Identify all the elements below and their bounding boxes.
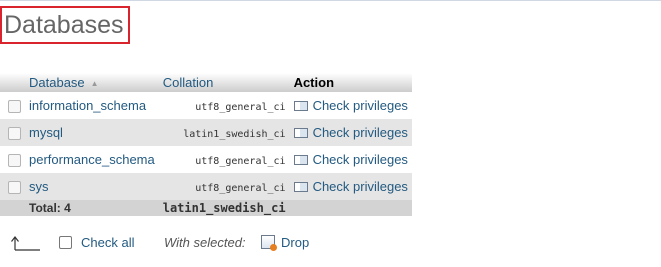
header-collation-label[interactable]: Collation bbox=[163, 75, 214, 90]
privileges-icon bbox=[293, 128, 308, 139]
arrow-to-selection-icon bbox=[11, 236, 40, 251]
header-collation[interactable]: Collation bbox=[158, 73, 290, 92]
privileges-icon bbox=[293, 101, 308, 112]
row-checkbox[interactable] bbox=[8, 99, 21, 113]
top-border bbox=[0, 0, 661, 1]
check-privileges-label[interactable]: Check privileges bbox=[313, 152, 408, 167]
collation-value: utf8_general_ci bbox=[195, 101, 286, 113]
page-title-text: Databases bbox=[4, 11, 124, 39]
check-privileges-link[interactable]: Check privileges bbox=[293, 152, 408, 167]
database-link[interactable]: performance_schema bbox=[29, 152, 155, 167]
check-privileges-label[interactable]: Check privileges bbox=[313, 179, 408, 194]
check-privileges-link[interactable]: Check privileges bbox=[293, 179, 408, 194]
total-label: Total: 4 bbox=[29, 201, 71, 215]
database-link[interactable]: mysql bbox=[29, 125, 63, 140]
sort-ascending-icon[interactable]: ▲ bbox=[91, 79, 99, 88]
total-collation: latin1_swedish_ci bbox=[162, 201, 286, 215]
page-title: Databases bbox=[0, 6, 130, 44]
drop-icon[interactable] bbox=[261, 235, 277, 251]
total-row: Total: 4 latin1_swedish_ci bbox=[0, 200, 412, 216]
drop-button[interactable]: Drop bbox=[281, 235, 309, 250]
check-all-label[interactable]: Check all bbox=[81, 235, 134, 250]
table-row: performance_schema utf8_general_ci Check… bbox=[0, 146, 412, 173]
collation-value: utf8_general_ci bbox=[195, 182, 286, 194]
databases-table: Database ▲ Collation Action information_s… bbox=[0, 73, 412, 216]
header-action: Action bbox=[289, 73, 412, 92]
check-privileges-link[interactable]: Check privileges bbox=[293, 98, 408, 113]
table-row: sys utf8_general_ci Check privileges bbox=[0, 173, 412, 200]
database-link[interactable]: sys bbox=[29, 179, 49, 194]
table-row: mysql latin1_swedish_ci Check privileges bbox=[0, 119, 412, 146]
header-database[interactable]: Database ▲ bbox=[25, 73, 159, 92]
collation-value: utf8_general_ci bbox=[195, 155, 286, 167]
header-action-label: Action bbox=[293, 75, 335, 90]
header-check-cell bbox=[0, 73, 25, 92]
check-privileges-link[interactable]: Check privileges bbox=[293, 125, 408, 140]
collation-value: latin1_swedish_ci bbox=[183, 128, 286, 140]
check-all-checkbox[interactable] bbox=[59, 236, 72, 249]
table-header-row: Database ▲ Collation Action bbox=[0, 73, 412, 92]
privileges-icon bbox=[293, 155, 308, 166]
row-checkbox[interactable] bbox=[8, 153, 21, 167]
bulk-actions-bar: Check all With selected: Drop bbox=[0, 232, 661, 254]
check-privileges-label[interactable]: Check privileges bbox=[313, 98, 408, 113]
row-checkbox[interactable] bbox=[8, 180, 21, 194]
row-checkbox[interactable] bbox=[8, 126, 21, 140]
table-row: information_schema utf8_general_ci Check… bbox=[0, 92, 412, 119]
with-selected-label: With selected: bbox=[164, 235, 246, 250]
database-link[interactable]: information_schema bbox=[29, 98, 146, 113]
privileges-icon bbox=[293, 182, 308, 193]
header-database-label[interactable]: Database bbox=[29, 75, 85, 90]
check-privileges-label[interactable]: Check privileges bbox=[313, 125, 408, 140]
